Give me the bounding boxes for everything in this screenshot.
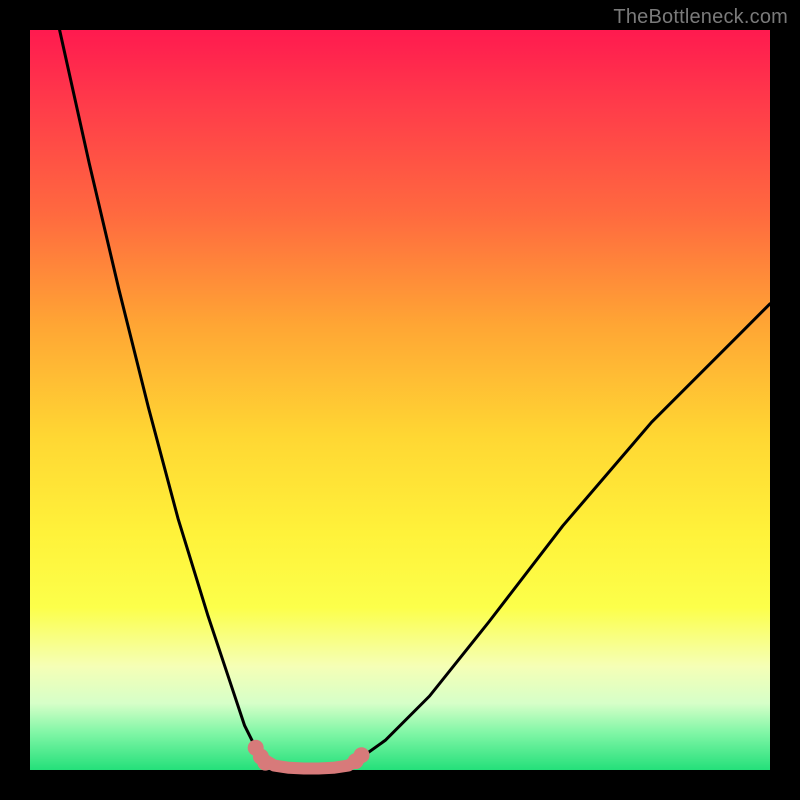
series-flat-bottom [263, 759, 359, 769]
series-group [60, 30, 770, 769]
marker-dot [257, 755, 273, 771]
marker-dot [354, 747, 370, 763]
series-right-arm [359, 304, 770, 759]
plot-area [30, 30, 770, 770]
chart-frame: TheBottleneck.com [0, 0, 800, 800]
series-left-arm [60, 30, 264, 759]
watermark-label: TheBottleneck.com [613, 6, 788, 29]
curve-layer [30, 30, 770, 770]
